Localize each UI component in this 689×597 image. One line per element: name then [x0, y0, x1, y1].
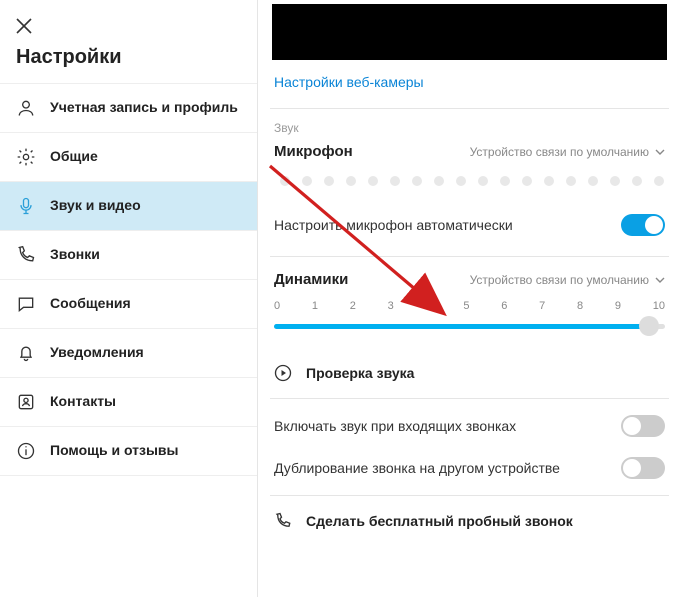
test-sound-button[interactable]: Проверка звука	[266, 354, 673, 398]
microphone-row: Микрофон Устройство связи по умолчанию	[266, 137, 673, 166]
phone-icon	[16, 245, 36, 265]
speakers-device-dropdown[interactable]: Устройство связи по умолчанию	[470, 273, 665, 287]
microphone-title: Микрофон	[274, 143, 353, 160]
microphone-device-value: Устройство связи по умолчанию	[470, 145, 649, 159]
settings-title: Настройки	[0, 46, 257, 83]
phone-icon	[274, 512, 292, 530]
test-sound-label: Проверка звука	[306, 365, 414, 381]
sound-section-label: Звук	[266, 109, 673, 137]
speakers-row: Динамики Устройство связи по умолчанию	[266, 257, 673, 294]
duplicate-ring-label: Дублирование звонка на другом устройстве	[274, 460, 560, 476]
speaker-volume-slider[interactable]	[274, 316, 665, 336]
gear-icon	[16, 147, 36, 167]
sidebar-item-help[interactable]: Помощь и отзывы	[0, 426, 257, 476]
incoming-sound-label: Включать звук при входящих звонках	[274, 418, 516, 434]
sidebar-item-label: Звук и видео	[50, 197, 141, 215]
sidebar-item-label: Уведомления	[50, 344, 144, 362]
info-icon	[16, 441, 36, 461]
sidebar-item-calling[interactable]: Звонки	[0, 230, 257, 279]
sidebar-item-label: Контакты	[50, 393, 116, 411]
settings-main-panel: Настройки веб-камеры Звук Микрофон Устро…	[258, 0, 689, 597]
chat-icon	[16, 294, 36, 314]
webcam-preview	[272, 4, 667, 60]
sidebar-item-label: Сообщения	[50, 295, 131, 313]
sidebar-item-label: Звонки	[50, 246, 100, 264]
sidebar-item-notifications[interactable]: Уведомления	[0, 328, 257, 377]
chevron-down-icon	[655, 275, 665, 285]
sidebar-item-label: Общие	[50, 148, 98, 166]
speaker-volume-ticks: 012345678910	[266, 294, 673, 314]
person-icon	[16, 98, 36, 118]
close-icon[interactable]	[16, 18, 32, 34]
bell-icon	[16, 343, 36, 363]
microphone-level-meter	[266, 166, 673, 204]
microphone-icon	[16, 196, 36, 216]
sidebar-item-general[interactable]: Общие	[0, 132, 257, 181]
contacts-icon	[16, 392, 36, 412]
sidebar-item-account[interactable]: Учетная запись и профиль	[0, 83, 257, 132]
duplicate-ring-toggle[interactable]	[621, 457, 665, 479]
sidebar-item-audio-video[interactable]: Звук и видео	[0, 181, 257, 230]
incoming-sound-toggle[interactable]	[621, 415, 665, 437]
speakers-device-value: Устройство связи по умолчанию	[470, 273, 649, 287]
test-call-button[interactable]: Сделать бесплатный пробный звонок	[266, 496, 673, 546]
play-icon	[274, 364, 292, 382]
sidebar-item-label: Помощь и отзывы	[50, 442, 179, 460]
microphone-device-dropdown[interactable]: Устройство связи по умолчанию	[470, 145, 665, 159]
auto-mic-label: Настроить микрофон автоматически	[274, 217, 513, 233]
speakers-title: Динамики	[274, 271, 348, 288]
auto-mic-row: Настроить микрофон автоматически	[266, 204, 673, 246]
settings-sidebar: Настройки Учетная запись и профиль Общие…	[0, 0, 258, 597]
webcam-settings-link[interactable]: Настройки веб-камеры	[266, 70, 432, 108]
duplicate-ring-row: Дублирование звонка на другом устройстве	[266, 447, 673, 495]
sidebar-item-messaging[interactable]: Сообщения	[0, 279, 257, 328]
test-call-label: Сделать бесплатный пробный звонок	[306, 513, 573, 529]
sidebar-item-label: Учетная запись и профиль	[50, 99, 238, 117]
auto-mic-toggle[interactable]	[621, 214, 665, 236]
sidebar-item-contacts[interactable]: Контакты	[0, 377, 257, 426]
incoming-sound-row: Включать звук при входящих звонках	[266, 399, 673, 447]
chevron-down-icon	[655, 147, 665, 157]
